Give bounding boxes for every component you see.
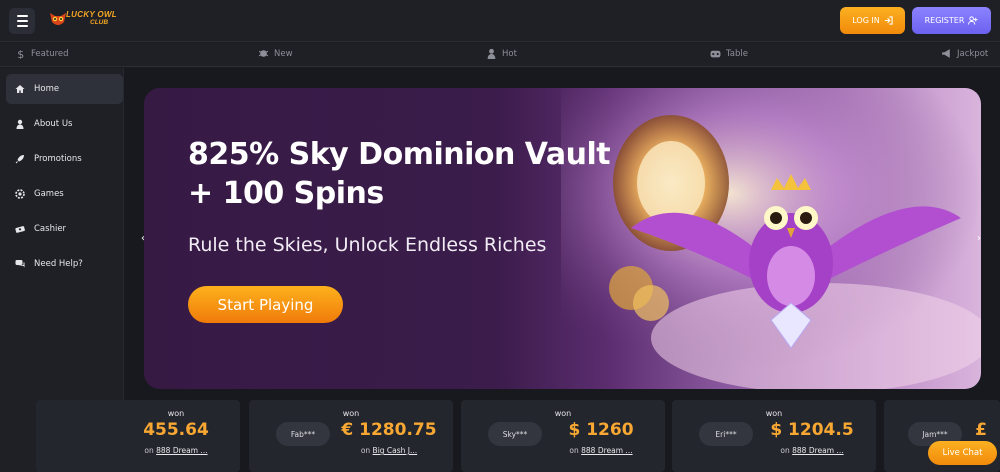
on-label: on [360, 446, 371, 455]
win-card[interactable]: won 455.64 on 888 Dream ... [36, 400, 240, 472]
start-playing-button[interactable]: Start Playing [188, 286, 343, 323]
svg-text:$: $ [17, 48, 24, 59]
bug-icon [258, 50, 269, 57]
on-label: on [144, 446, 154, 455]
megaphone-icon [942, 49, 950, 58]
win-amount: 455.64 [143, 420, 209, 440]
winner-name: Eri*** [699, 422, 753, 446]
category-jackpot[interactable]: Jackpot [941, 48, 988, 59]
win-game: on Big Cash J... [329, 446, 449, 455]
won-label: won [342, 409, 360, 418]
win-game: on 888 Dream ... [752, 446, 872, 455]
category-table[interactable]: Table [710, 48, 748, 59]
menu-line [16, 15, 28, 17]
live-chat-button[interactable]: Live Chat [928, 441, 997, 465]
sidebar-item-need-help[interactable]: Need Help? [6, 249, 123, 279]
category-label: Hot [502, 48, 517, 59]
win-amount: £ [975, 420, 987, 440]
category-featured[interactable]: $ Featured [15, 48, 69, 59]
win-card[interactable]: won Fab*** € 1280.75 on Big Cash J... [249, 400, 453, 472]
category-label: New [274, 48, 293, 59]
owl-icon [50, 13, 66, 25]
sidebar-item-label: Promotions [34, 154, 82, 164]
register-label: REGISTER [924, 16, 965, 25]
win-card[interactable]: won Sky*** $ 1260 on 888 Dream ... [461, 400, 665, 472]
sidebar-item-home[interactable]: Home [6, 74, 123, 104]
on-label: on [780, 446, 790, 455]
category-label: Jackpot [957, 48, 989, 59]
game-link[interactable]: Big Cash J... [373, 446, 418, 455]
win-game: on 888 Dream ... [541, 446, 661, 455]
owl-artwork-image [561, 88, 981, 389]
top-bar: LUCKY OWL CLUB LOG IN REGISTER [0, 0, 1000, 42]
on-label: on [569, 446, 579, 455]
logo-subtext: CLUB [90, 19, 109, 26]
login-label: LOG IN [852, 16, 880, 25]
game-link[interactable]: 888 Dream ... [792, 446, 843, 455]
category-bar: $ Featured New Hot Table Jackpot [0, 43, 1000, 67]
add-user-icon [968, 16, 978, 25]
won-label: won [554, 409, 572, 418]
chat-icon [15, 260, 25, 268]
gamepad-icon [710, 50, 721, 58]
carousel-next-arrow[interactable]: › [977, 233, 981, 244]
sidebar-item-label: Games [34, 189, 64, 199]
game-link[interactable]: 888 Dream ... [156, 446, 207, 455]
menu-line [16, 20, 28, 22]
category-label: Table [726, 48, 748, 59]
sidebar-item-label: Home [34, 84, 60, 94]
sidebar-item-label: About Us [34, 119, 73, 129]
sidebar-item-cashier[interactable]: Cashier [6, 214, 123, 244]
dollar-icon: $ [17, 48, 24, 59]
sidebar-item-games[interactable]: Games [6, 179, 123, 209]
person-icon [487, 48, 496, 59]
hero-title: 825% Sky Dominion Vault + 100 Spins [188, 137, 611, 211]
menu-line [16, 25, 28, 27]
sidebar-item-promotions[interactable]: Promotions [6, 144, 123, 174]
win-amount: $ 1204.5 [770, 420, 854, 440]
hamburger-menu-button[interactable] [9, 8, 35, 34]
home-icon [15, 85, 25, 93]
user-icon [16, 119, 24, 129]
sidebar-item-label: Need Help? [34, 259, 83, 269]
money-icon [15, 226, 25, 233]
category-hot[interactable]: Hot [486, 48, 517, 59]
winner-name: Fab*** [276, 422, 330, 446]
sidebar-item-label: Cashier [34, 224, 67, 234]
main-content: ‹ 825% Sky Dominion Vault + 100 Spins Ru… [36, 68, 1000, 472]
winner-name: Sky*** [488, 422, 542, 446]
win-card[interactable]: won Eri*** $ 1204.5 on 888 Dream ... [672, 400, 876, 472]
logo-text: LUCKY OWL [66, 10, 117, 19]
login-arrow-icon [884, 16, 893, 25]
register-button[interactable]: REGISTER [912, 7, 991, 34]
chip-icon [15, 189, 25, 199]
win-amount: $ 1260 [568, 420, 634, 440]
rocket-icon [15, 155, 24, 164]
won-label: won [765, 409, 783, 418]
sidebar-item-about-us[interactable]: About Us [6, 109, 123, 139]
hero-banner: 825% Sky Dominion Vault + 100 Spins Rule… [144, 88, 981, 389]
win-amount: € 1280.75 [341, 420, 437, 440]
recent-wins-strip: won 455.64 on 888 Dream ... won Fab*** €… [36, 400, 1000, 472]
category-new[interactable]: New [258, 48, 293, 59]
won-label: won [167, 409, 185, 418]
login-button[interactable]: LOG IN [840, 7, 905, 34]
game-link[interactable]: 888 Dream ... [581, 446, 632, 455]
lucky-owl-logo[interactable]: LUCKY OWL CLUB [48, 8, 123, 32]
hero-subtitle: Rule the Skies, Unlock Endless Riches [188, 234, 547, 256]
win-game: on 888 Dream ... [116, 446, 236, 455]
category-label: Featured [31, 48, 69, 59]
